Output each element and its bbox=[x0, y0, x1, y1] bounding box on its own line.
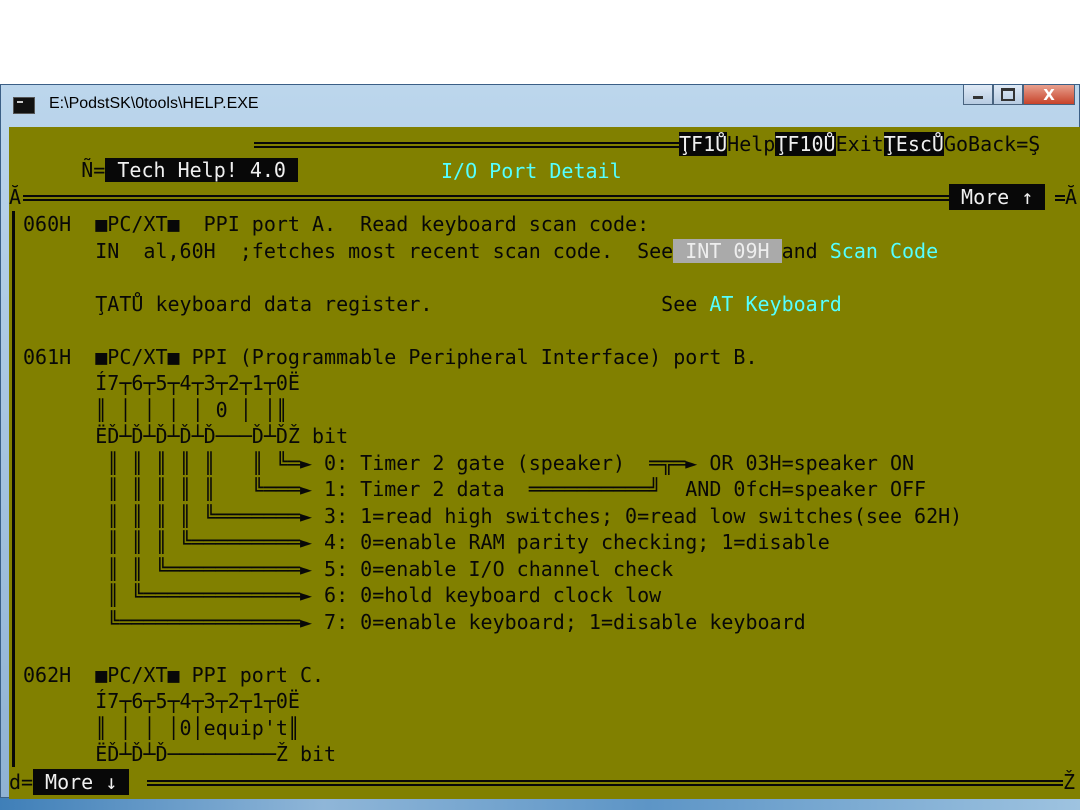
content-line: ËĎ┴Ď┴Ď┴Ď┴Ď───Ď┴ĎŽ bit bbox=[23, 423, 348, 449]
content-line: Í7┬6┬5┬4┬3┬2┬1┬0Ë bbox=[23, 370, 300, 396]
minimize-icon bbox=[973, 96, 983, 99]
maximize-icon bbox=[1001, 88, 1015, 101]
line-text: 3: 1=read high switches; 0=read low swit… bbox=[311, 503, 963, 528]
header-corner-right: =Ş bbox=[1016, 132, 1041, 156]
line-text: 6: 0=hold keyboard clock low bbox=[311, 583, 662, 607]
line-text: 5: 0=enable I/O channel check bbox=[311, 556, 674, 581]
top-rule bbox=[23, 195, 949, 201]
content-line: 061H ■PC/XT■ PPI (Programmable Periphera… bbox=[23, 344, 758, 370]
line-text: ║ ║ ║ ║ ╚═══════► bbox=[23, 503, 312, 528]
content-line: ╚═══════════════► 7: 0=enable keyboard; … bbox=[23, 609, 806, 635]
close-icon: X bbox=[1043, 85, 1055, 104]
menu-item-goback[interactable]: GoBack bbox=[944, 132, 1016, 156]
line-text: IN al,60H ;fetches most recent scan code… bbox=[23, 238, 674, 263]
content-line: ËĎ┴Ď┴Ď─────────Ž bit bbox=[23, 741, 336, 767]
content-line: ║ ║ ║ ║ ║ ║ ╚═► 0: Timer 2 gate (speaker… bbox=[23, 450, 914, 476]
page-title: I/O Port Detail bbox=[441, 159, 622, 183]
line-text: Í7┬6┬5┬4┬3┬2┬1┬0Ë bbox=[23, 371, 300, 395]
header-menu: ŢF1ŮHelpŢF10ŮExitŢEscŮGoBack=Ş bbox=[679, 131, 1040, 157]
line-text: ║ ╚═════════════► bbox=[23, 583, 312, 607]
menu-key-exit[interactable]: ŢF10Ů bbox=[775, 132, 836, 156]
line-text: 7: 0=enable keyboard; 1=disable keyboard bbox=[311, 609, 806, 634]
menu-key-goback[interactable]: ŢEscŮ bbox=[883, 132, 944, 156]
line-text: Í7┬6┬5┬4┬3┬2┬1┬0Ë bbox=[23, 689, 300, 713]
console-app-icon[interactable] bbox=[13, 97, 35, 114]
menu-key-help[interactable]: ŢF1Ů bbox=[679, 132, 728, 156]
content-line: ║ │ │ │ │ 0 │ │║ bbox=[23, 397, 288, 423]
maximize-button[interactable] bbox=[993, 85, 1023, 105]
header-corner-left: Ñ= bbox=[81, 158, 106, 182]
app-name: Tech Help! 4.0 bbox=[105, 158, 298, 182]
top-rule-end bbox=[1055, 195, 1065, 201]
menu-item-help[interactable]: Help bbox=[727, 132, 775, 156]
help-link[interactable]: AT Keyboard bbox=[709, 292, 841, 316]
header-rule bbox=[254, 142, 679, 148]
content-line: ║ ╚═════════════► 6: 0=hold keyboard clo… bbox=[23, 582, 661, 608]
line-text: ║ ║ ╚═══════════► bbox=[23, 556, 312, 581]
line-text: ║ ║ ║ ║ ║ ║ ╚═► bbox=[23, 450, 312, 475]
content-line: 062H ■PC/XT■ PPI port C. bbox=[23, 662, 324, 688]
footer-corner-right: Ž bbox=[1063, 770, 1076, 794]
close-button[interactable]: X bbox=[1023, 85, 1075, 105]
line-text: 062H ■PC/XT■ PPI port C. bbox=[23, 662, 325, 687]
menu-item-exit[interactable]: Exit bbox=[836, 132, 884, 156]
left-edge-mark: Ă bbox=[9, 185, 22, 209]
content-line: ║ ║ ║ ║ ╚═══════► 3: 1=read high switche… bbox=[23, 503, 962, 529]
line-text: 0: Timer 2 gate (speaker) ═╦═► OR 03H=sp… bbox=[311, 450, 915, 475]
left-border bbox=[12, 211, 15, 767]
content-line: IN al,60H ;fetches most recent scan code… bbox=[23, 238, 938, 264]
line-text: 060H bbox=[23, 212, 96, 236]
line-text: ╚═══════════════► bbox=[23, 609, 312, 634]
footer-corner-left: d= bbox=[9, 770, 34, 794]
footer-rule bbox=[147, 780, 1063, 786]
window-controls: X bbox=[963, 85, 1075, 105]
line-text: 1: Timer 2 data ══════════╝ AND 0fcH=spe… bbox=[311, 477, 927, 501]
content-line: ║ ║ ║ ║ ║ ╚═══► 1: Timer 2 data ════════… bbox=[23, 476, 926, 502]
content-line: Í7┬6┬5┬4┬3┬2┬1┬0Ë bbox=[23, 688, 300, 714]
content-line: ║ ║ ║ ╚═════════► 4: 0=enable RAM parity… bbox=[23, 529, 830, 555]
help-link[interactable]: Scan Code bbox=[830, 239, 938, 263]
line-text: ║ ║ ║ ╚═════════► bbox=[23, 530, 312, 554]
console-window: E:\PodstSK\0tools\HELP.EXE X Ñ= Tech Hel… bbox=[0, 84, 1080, 799]
help-link[interactable]: INT 09H bbox=[673, 238, 782, 263]
line-text: ËĎ┴Ď┴Ď─────────Ž bit bbox=[23, 742, 337, 766]
more-up-button[interactable]: More ↑ bbox=[949, 184, 1046, 210]
content-line: ║ │ │ │0│equip't║ bbox=[23, 715, 300, 741]
right-edge-mark: Ă bbox=[1065, 185, 1078, 209]
line-text: ║ ║ ║ ║ ║ ╚═══► bbox=[23, 477, 312, 501]
line-text: ■PC/XT■ PPI port A. Read keyboard scan c… bbox=[95, 212, 650, 236]
content-line: 060H ■PC/XT■ PPI port A. Read keyboard s… bbox=[23, 211, 649, 237]
line-text: ║ │ │ │0│equip't║ bbox=[23, 715, 300, 740]
content-line: ║ ║ ╚═══════════► 5: 0=enable I/O channe… bbox=[23, 556, 673, 582]
line-text: and bbox=[781, 238, 830, 263]
window-title: E:\PodstSK\0tools\HELP.EXE bbox=[49, 95, 259, 112]
title-bar[interactable]: E:\PodstSK\0tools\HELP.EXE X bbox=[1, 85, 1080, 127]
console-screen[interactable]: Ñ= Tech Help! 4.0 ŢF1ŮHelpŢF10ŮExitŢEscŮ… bbox=[9, 127, 1080, 799]
line-text: ║ │ │ │ │ 0 │ │║ bbox=[23, 397, 288, 422]
line-text: ËĎ┴Ď┴Ď┴Ď┴Ď───Ď┴ĎŽ bit bbox=[23, 424, 349, 448]
line-text: 061H ■PC/XT■ PPI (Programmable Periphera… bbox=[23, 344, 758, 369]
minimize-button[interactable] bbox=[963, 85, 993, 105]
line-text: ŢATŮ keyboard data register. See bbox=[23, 291, 710, 316]
more-down-button[interactable]: More ↓ bbox=[33, 769, 130, 795]
line-text: 4: 0=enable RAM parity checking; 1=disab… bbox=[311, 530, 830, 554]
content-line: ŢATŮ keyboard data register. See AT Keyb… bbox=[23, 291, 842, 317]
